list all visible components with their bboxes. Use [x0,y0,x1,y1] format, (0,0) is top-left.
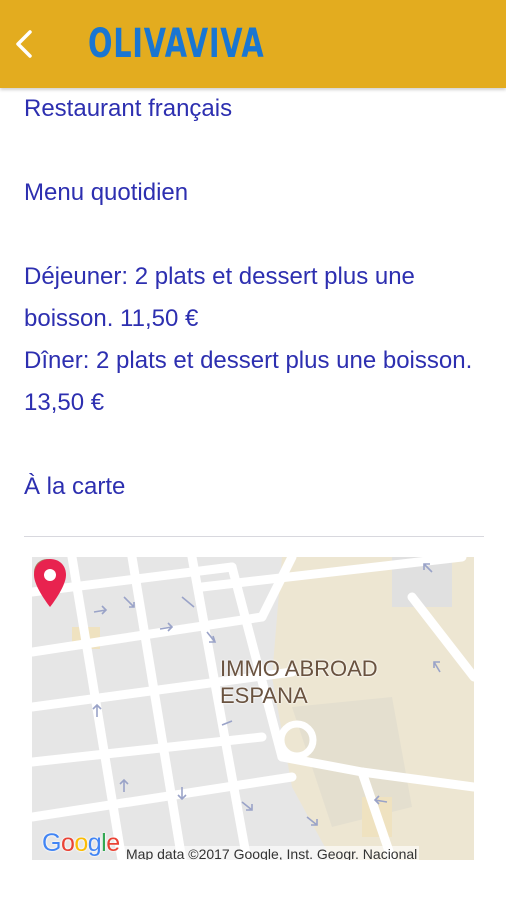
poi-label-line-2: ESPANA [220,683,308,708]
map-attribution[interactable]: Map data ©2017 Google, Inst. Geogr. Naci… [124,846,420,860]
dinner-offer-line-2: 13,50 € [24,389,105,416]
chevron-left-icon[interactable] [10,26,38,62]
app-title: OLIVAVIVA [88,21,265,67]
google-logo: Google [42,829,120,857]
menu-title: Menu quotidien [24,179,189,206]
restaurant-type: Restaurant français [24,95,233,122]
lunch-offer-line-1: Déjeuner: 2 plats et dessert plus une [24,263,415,290]
app-header: OLIVAVIVA [0,0,506,88]
restaurant-description: Restaurant français Menu quotidien Déjeu… [24,88,484,508]
dinner-offer-line-1: Dîner: 2 plats et dessert plus une boiss… [24,347,473,374]
poi-label: IMMO ABROAD ESPANA [220,655,378,709]
divider [24,536,484,537]
lunch-offer-line-2: boisson. 11,50 € [24,305,199,332]
map-view[interactable]: IMMO ABROAD ESPANA Google Map data ©2017… [32,557,474,860]
a-la-carte-label: À la carte [24,473,126,500]
poi-label-line-1: IMMO ABROAD [220,656,378,681]
map-pin-icon[interactable] [32,557,68,609]
